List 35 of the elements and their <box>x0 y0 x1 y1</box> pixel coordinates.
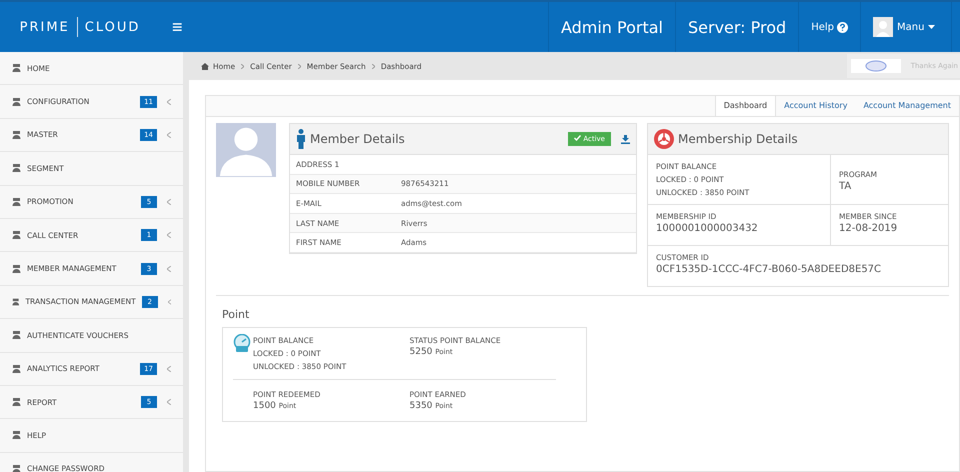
logo-text: PRIME <box>20 20 70 34</box>
avatar-placeholder <box>216 123 276 177</box>
download-icon[interactable] <box>621 134 630 144</box>
partner-logo <box>850 59 901 73</box>
chevron-icon <box>167 366 171 372</box>
field-value: TA <box>839 180 852 192</box>
chevron-icon <box>167 232 171 238</box>
chevron-icon <box>298 64 301 68</box>
field-value: 0CF1535D-1CCC-4FC7-B060-5A8DEED8E57C <box>656 264 882 275</box>
card-title: Member Details <box>310 132 405 146</box>
help-icon <box>837 22 848 32</box>
field-value: 1000001000003432 <box>656 223 759 234</box>
avatar-icon <box>873 17 893 37</box>
chevron-icon <box>372 64 375 68</box>
logo-text: CLOUD <box>84 20 140 34</box>
section-title: Point <box>222 308 250 321</box>
tab[interactable]: Account Management <box>855 96 959 116</box>
caret-icon <box>928 25 936 29</box>
menu-button[interactable]: ≡ <box>166 16 189 38</box>
tab[interactable]: Account History <box>776 96 856 116</box>
chevron-icon <box>168 298 171 305</box>
chevron-icon <box>167 399 171 406</box>
check-icon <box>574 135 582 141</box>
chevron-icon <box>167 198 171 205</box>
card-title: Membership Details <box>678 132 798 146</box>
chevron-icon <box>167 266 171 272</box>
person-icon <box>296 129 306 149</box>
chevron-icon <box>241 64 244 68</box>
field-value: 12-08-2019 <box>839 223 898 234</box>
chevron-icon <box>167 132 171 138</box>
gauge-icon <box>233 334 251 352</box>
chevron-icon <box>167 98 171 105</box>
home-icon <box>201 62 209 70</box>
tab[interactable]: Dashboard <box>714 96 776 116</box>
membership-icon <box>654 129 674 149</box>
